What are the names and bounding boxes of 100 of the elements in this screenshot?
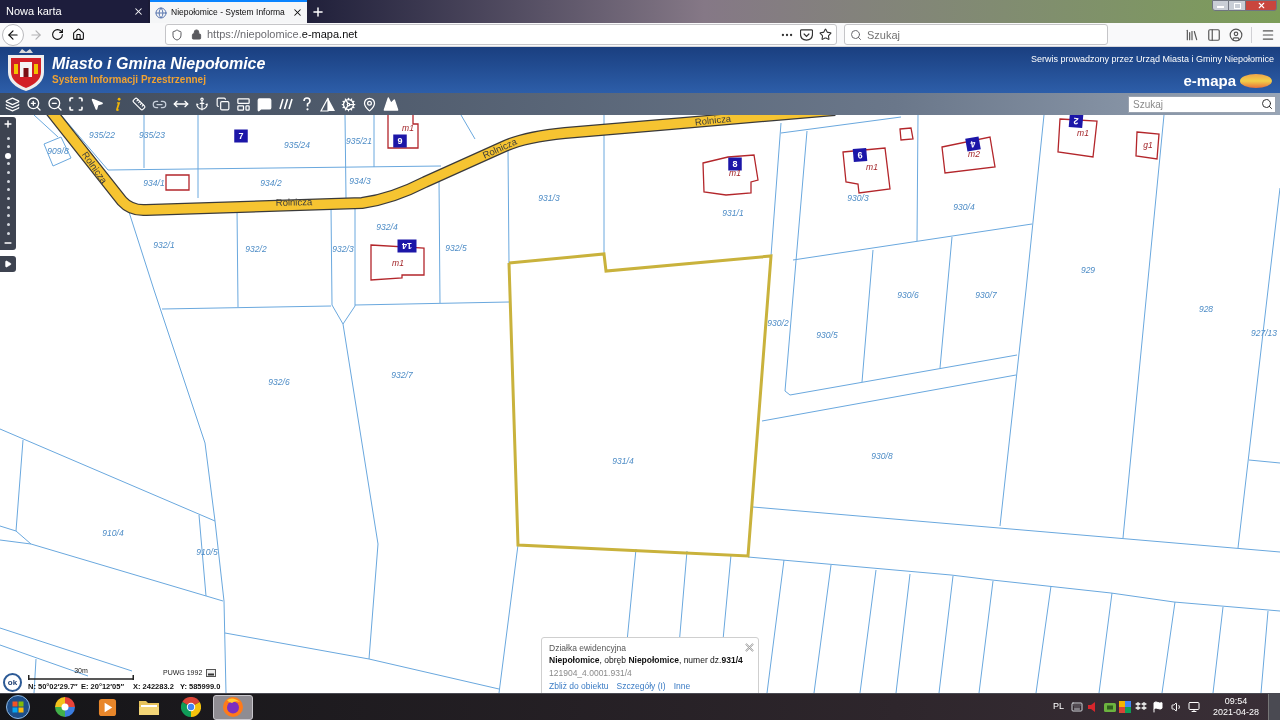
minimize-window-button[interactable] bbox=[1212, 0, 1229, 11]
house-number-badge: 8 bbox=[728, 157, 742, 171]
parcel-number-label: 910/4 bbox=[102, 528, 124, 539]
menu-icon[interactable] bbox=[1261, 27, 1275, 42]
frame-icon bbox=[67, 96, 84, 112]
start-orb-icon bbox=[6, 695, 30, 719]
url-text: https://niepolomice.e-mapa.net bbox=[207, 27, 358, 43]
parcel-number-label: 932/1 bbox=[153, 240, 175, 251]
parcel-number-label: 935/22 bbox=[89, 130, 115, 141]
clock[interactable]: 09:54 2021-04-28 bbox=[1212, 696, 1260, 718]
oval-logo-icon[interactable] bbox=[1240, 73, 1272, 88]
popup-link[interactable]: Inne bbox=[673, 680, 691, 693]
close-window-button[interactable] bbox=[1245, 0, 1277, 11]
operator-note: Serwis prowadzony przez Urząd Miasta i Gminy Niepołomice bbox=[1030, 53, 1274, 66]
maximize-icon bbox=[1233, 2, 1241, 9]
parcel-number-label: 929 bbox=[1080, 265, 1096, 276]
building-outline bbox=[1057, 118, 1098, 158]
building-label: m1 bbox=[1077, 128, 1089, 139]
site-subtitle: System Informacji Przestrzennej bbox=[52, 73, 207, 86]
building-label: m1 bbox=[402, 123, 414, 134]
play-icon bbox=[4, 260, 12, 268]
expand-panel-button[interactable] bbox=[0, 256, 16, 272]
settings-icon bbox=[341, 96, 356, 112]
volume-icon[interactable] bbox=[1171, 701, 1183, 713]
search-icon[interactable] bbox=[1261, 98, 1273, 110]
back-arrow-icon bbox=[6, 27, 20, 42]
parcel-number-label: 931/4 bbox=[612, 456, 634, 467]
map-pin-icon bbox=[362, 96, 377, 112]
parcel-number-label: 928 bbox=[1198, 304, 1214, 315]
parcel-number-label: 935/21 bbox=[346, 136, 372, 147]
parcel-number-label: 935/24 bbox=[284, 140, 310, 151]
maximize-window-button[interactable] bbox=[1229, 0, 1245, 11]
browser-tab[interactable]: Niepołomice - System Informa bbox=[150, 0, 307, 23]
lock-icon[interactable] bbox=[191, 29, 202, 40]
ok-button[interactable]: ok bbox=[3, 673, 22, 692]
speaker-icon[interactable] bbox=[1088, 702, 1096, 712]
browser-tab[interactable]: Nowa karta bbox=[0, 0, 148, 23]
building-outline bbox=[702, 154, 759, 196]
library-icon[interactable] bbox=[1185, 27, 1199, 42]
keyboard-icon[interactable] bbox=[1071, 701, 1083, 713]
minimize-icon bbox=[1217, 6, 1224, 8]
parcel-number-label: 930/4 bbox=[953, 202, 975, 213]
anchor-icon bbox=[194, 97, 209, 111]
shield-icon[interactable] bbox=[171, 28, 183, 41]
parcel-number-label: 930/8 bbox=[871, 451, 893, 462]
service-brand-name: e-mapa bbox=[1183, 72, 1236, 89]
reload-icon bbox=[50, 28, 64, 41]
sidebar-icon[interactable] bbox=[1207, 27, 1221, 42]
popup-heading: Działka ewidencyjna bbox=[549, 642, 626, 654]
close-icon[interactable] bbox=[292, 7, 303, 18]
question-mark-icon bbox=[302, 97, 311, 111]
account-icon[interactable] bbox=[1229, 27, 1243, 42]
building-outline bbox=[941, 136, 996, 174]
popup-link[interactable]: Szczegóły (I) bbox=[616, 680, 666, 693]
building-label: g1 bbox=[1143, 140, 1153, 151]
close-icon[interactable] bbox=[133, 6, 144, 17]
mountains-icon bbox=[382, 96, 399, 112]
street-name-label: Rolnicza bbox=[694, 115, 732, 128]
bookmark-star-icon[interactable] bbox=[819, 28, 832, 41]
hatch-lines-icon bbox=[278, 98, 293, 110]
round-browser-icon bbox=[181, 697, 201, 717]
parcel-number-label: 930/7 bbox=[975, 290, 997, 301]
layers-icon bbox=[5, 96, 20, 112]
coat-of-arms-logo[interactable] bbox=[5, 48, 47, 92]
plus-icon bbox=[3, 119, 13, 129]
parcel-number-label: 930/6 bbox=[897, 290, 919, 301]
taskbar-app-button[interactable] bbox=[213, 694, 253, 720]
plus-icon bbox=[311, 4, 325, 19]
site-title: Miasto i Gmina Niepołomice bbox=[52, 54, 266, 73]
parcel-number-label: 927/13 bbox=[1251, 328, 1277, 339]
flag-icon[interactable] bbox=[1152, 701, 1164, 713]
house-number-badge: 2 bbox=[1068, 115, 1084, 129]
start-button[interactable] bbox=[5, 694, 31, 720]
address-bar[interactable]: https://niepolomice.e-mapa.net bbox=[165, 24, 837, 45]
parcel-number-label: 934/3 bbox=[349, 176, 371, 187]
house-number-badge: 9 bbox=[852, 147, 868, 163]
zoom-in-icon bbox=[25, 96, 42, 112]
parcel-number-label: 932/3 bbox=[332, 244, 354, 255]
display-icon[interactable] bbox=[206, 669, 217, 678]
language-indicator[interactable]: PL bbox=[1053, 700, 1064, 714]
parcel-number-label: 931/1 bbox=[722, 208, 744, 219]
network-icon[interactable] bbox=[1188, 701, 1200, 713]
parcel-number-label: 932/4 bbox=[376, 222, 398, 233]
open-box-icon[interactable] bbox=[1135, 702, 1147, 712]
back-button[interactable] bbox=[2, 23, 24, 46]
zoom-slider-thumb[interactable] bbox=[5, 152, 11, 159]
chip-icon[interactable] bbox=[1104, 702, 1116, 712]
house-number-badge: 9 bbox=[393, 134, 407, 148]
chevron-shield-icon[interactable] bbox=[800, 28, 813, 41]
street-name-label: Rolnicza bbox=[275, 196, 313, 208]
building-outline bbox=[842, 147, 891, 194]
popup-description: Niepołomice, obręb Niepołomice, numer dz.931/4 bbox=[549, 654, 743, 667]
browser-search-field[interactable]: Szukaj bbox=[844, 24, 1108, 45]
popup-link[interactable]: Zbliż do obiektu bbox=[549, 680, 609, 693]
parcel-number-label: 930/2 bbox=[767, 318, 789, 329]
layout-icon bbox=[236, 96, 251, 112]
map-search-field[interactable]: Szukaj bbox=[1128, 95, 1276, 113]
color-grid-icon[interactable] bbox=[1119, 701, 1131, 713]
home-icon bbox=[71, 28, 85, 41]
pointer-icon bbox=[89, 97, 104, 111]
